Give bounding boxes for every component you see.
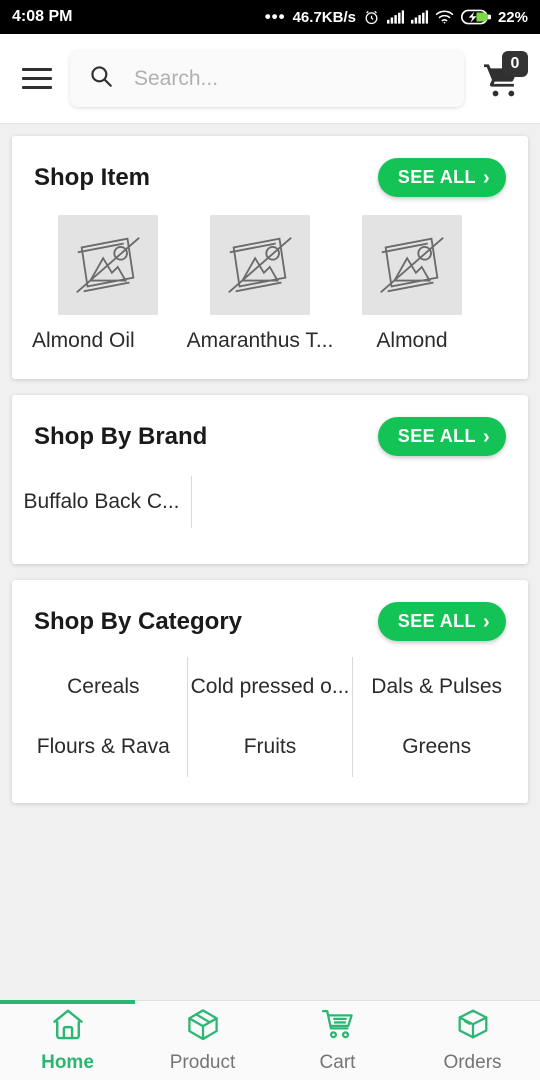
cart-badge: 0 xyxy=(502,50,528,77)
network-speed-text: 46.7KB/s xyxy=(292,8,356,26)
status-bar: 4:08 PM ••• 46.7KB/s 22% xyxy=(0,0,540,34)
list-item[interactable]: Cold pressed o... xyxy=(186,657,354,717)
brand-list: Buffalo Back C... xyxy=(12,466,528,564)
list-item[interactable]: Cereals xyxy=(20,657,187,717)
see-all-label: SEE ALL xyxy=(397,426,476,446)
signal-bars-icon xyxy=(386,10,404,24)
page-title: Shop Item xyxy=(34,163,151,191)
search-input[interactable] xyxy=(134,66,446,91)
tab-label: Product xyxy=(169,1052,236,1073)
alarm-clock-icon xyxy=(363,9,380,26)
signal-bars-icon xyxy=(410,10,428,24)
chevron-right-icon: › xyxy=(482,425,490,448)
tab-label: Cart xyxy=(319,1052,356,1073)
list-item-label: Almond Oil xyxy=(32,329,135,352)
tab-label: Orders xyxy=(443,1052,502,1073)
list-item[interactable]: Flours & Rava xyxy=(20,717,187,777)
home-icon xyxy=(49,1007,87,1046)
hamburger-line xyxy=(22,86,52,89)
parcel-box-icon xyxy=(454,1007,492,1046)
see-all-shop-item-button[interactable]: SEE ALL › xyxy=(377,158,506,197)
box-package-icon xyxy=(184,1007,222,1046)
broken-image-icon xyxy=(58,215,158,315)
broken-image-icon xyxy=(362,215,462,315)
hamburger-line xyxy=(22,68,52,71)
shop-item-list: Almond Oil Amaranthus T... Almond xyxy=(12,207,528,379)
list-item[interactable]: Amaranthus T... xyxy=(184,215,336,353)
main-content: Shop Item SEE ALL › Almond Oil Amaranthu… xyxy=(0,124,540,1000)
bottom-navigation: Home Product Cart Orders xyxy=(0,1000,540,1080)
list-item[interactable]: Almond Oil xyxy=(32,215,184,353)
app-screen: 4:08 PM ••• 46.7KB/s 22% Search... 0 Sho… xyxy=(0,0,540,1080)
broken-image-icon xyxy=(210,215,310,315)
section-title: Shop By Brand xyxy=(34,422,208,450)
tab-label: Home xyxy=(41,1052,94,1073)
search-bar[interactable] xyxy=(70,50,464,107)
shopping-cart-icon xyxy=(319,1007,357,1046)
search-icon xyxy=(88,63,114,94)
chevron-right-icon: › xyxy=(482,166,490,189)
shop-by-brand-card: Shop By Brand SEE ALL › Buffalo Back C..… xyxy=(12,395,528,564)
shop-by-category-card: Shop By Category SEE ALL › Cereals Cold … xyxy=(12,580,528,803)
list-item-label: Almond xyxy=(376,329,448,352)
chevron-right-icon: › xyxy=(482,610,490,633)
active-tab-indicator xyxy=(0,1000,135,1004)
hamburger-menu-icon[interactable] xyxy=(14,56,60,102)
tab-orders[interactable]: Orders xyxy=(405,1001,540,1080)
list-item[interactable]: Greens xyxy=(353,717,520,777)
see-all-brand-button[interactable]: SEE ALL › xyxy=(377,417,506,456)
see-all-category-button[interactable]: SEE ALL › xyxy=(377,602,506,641)
wifi-icon xyxy=(435,10,454,24)
list-item[interactable]: Dals & Pulses xyxy=(353,657,520,717)
list-item[interactable]: Almond xyxy=(336,215,488,353)
battery-percent-text: 22% xyxy=(497,8,528,26)
status-bar-left: 4:08 PM xyxy=(12,8,72,26)
status-bar-right: ••• 46.7KB/s 22% xyxy=(264,7,528,26)
shop-item-header: Shop Item SEE ALL › xyxy=(12,136,528,207)
see-all-label: SEE ALL xyxy=(397,167,476,187)
list-item[interactable]: Fruits xyxy=(186,717,354,777)
shop-by-brand-header: Shop By Brand SEE ALL › xyxy=(12,395,528,466)
see-all-label: SEE ALL xyxy=(397,611,476,631)
cart-button[interactable]: 0 xyxy=(478,50,528,105)
tab-cart[interactable]: Cart xyxy=(270,1001,405,1080)
hamburger-line xyxy=(22,77,52,80)
status-bar-time: 4:08 PM xyxy=(12,8,73,25)
list-item[interactable]: Buffalo Back C... xyxy=(12,476,192,528)
category-grid: Cereals Cold pressed o... Dals & Pulses … xyxy=(12,651,528,803)
app-header: 0 xyxy=(0,34,540,124)
shop-by-category-header: Shop By Category SEE ALL › xyxy=(12,580,528,651)
battery-charging-icon xyxy=(460,9,491,25)
list-item-label: Amaranthus T... xyxy=(186,329,334,352)
section-title: Shop By Category xyxy=(34,607,243,635)
tab-product[interactable]: Product xyxy=(135,1001,270,1080)
shop-item-card: Shop Item SEE ALL › Almond Oil Amaranthu… xyxy=(12,136,528,379)
tab-home[interactable]: Home xyxy=(0,1001,135,1080)
more-dots-icon: ••• xyxy=(264,7,286,26)
